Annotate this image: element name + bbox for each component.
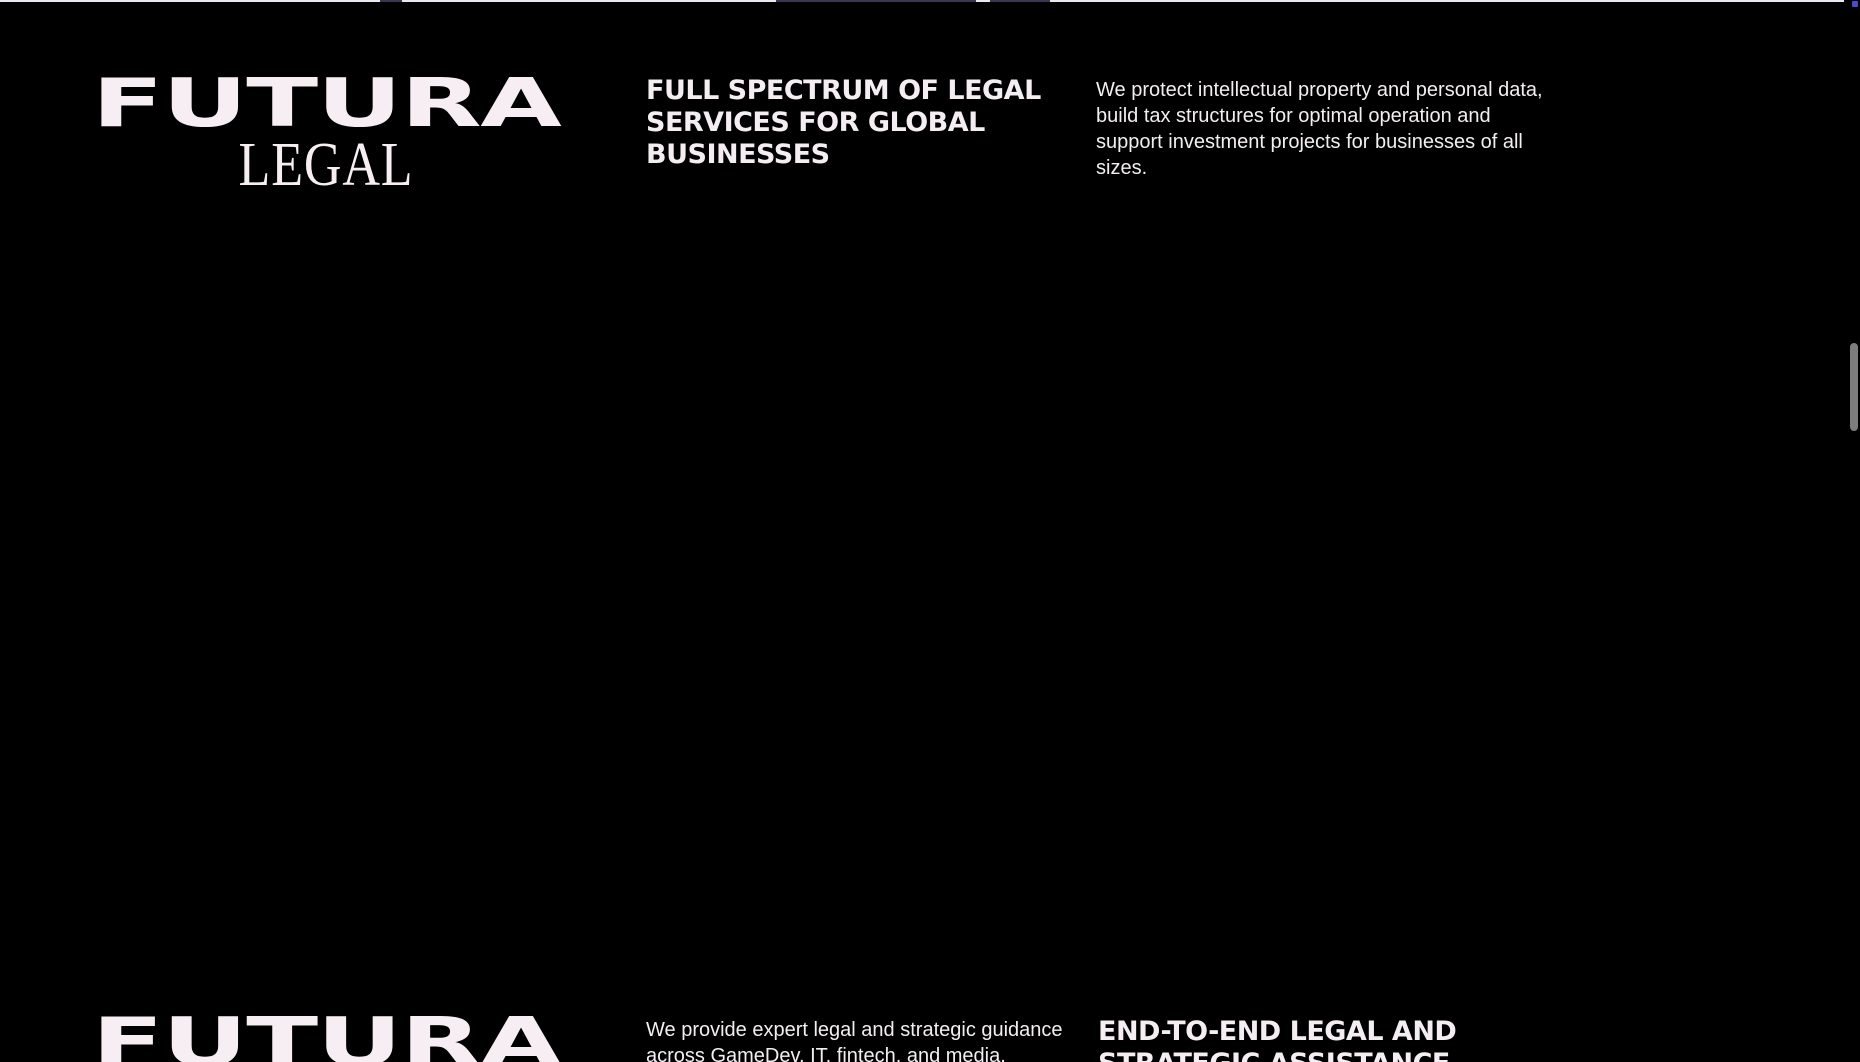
logo-wordmark: FUTURA xyxy=(91,65,562,143)
section-description: We provide expert legal and strategic gu… xyxy=(646,1019,1063,1062)
logo-subtitle: LEGAL xyxy=(238,131,414,199)
section-description: We protect intellectual property and per… xyxy=(1096,79,1543,179)
services-intro-section: FUTURA LEGAL FULL SPECTRUM OF LEGAL SERV… xyxy=(0,0,1844,1000)
expertise-section: FUTURA We provide expert legal and strat… xyxy=(0,1010,1844,1062)
futura-legal-logo[interactable]: FUTURA LEGAL xyxy=(92,71,562,199)
section-heading: FULL SPECTRUM OF LEGAL SERVICES FOR GLOB… xyxy=(646,75,1041,170)
futura-legal-logo[interactable]: FUTURA xyxy=(92,1010,562,1062)
logo-wordmark: FUTURA xyxy=(91,1004,562,1062)
small-square-icon xyxy=(1852,1,1858,7)
section-heading: END-TO-END LEGAL AND STRATEGIC ASSISTANC… xyxy=(1098,1016,1457,1062)
scrollbar-thumb[interactable] xyxy=(1850,343,1858,431)
page-scrollbar[interactable] xyxy=(1844,0,1860,1062)
